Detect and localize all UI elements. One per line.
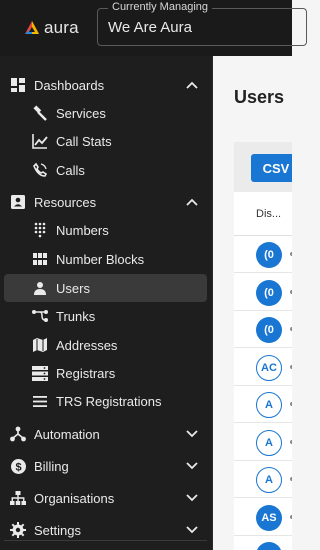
sidebar-item-services[interactable]: Services [0,99,212,127]
sidebar-item-trs-registrations[interactable]: TRS Registrations [0,387,212,415]
sidebar-item-number-blocks[interactable]: Number Blocks [0,245,212,273]
sidebar-section-label: Resources [34,194,97,210]
sidebar-item-label: Number Blocks [56,251,145,267]
table-row[interactable]: A [234,424,292,461]
chevron-up-icon[interactable] [185,78,199,92]
cell-truncated-text [290,252,292,256]
currently-managing-label: Currently Managing [108,0,212,14]
cell-truncated-text [290,514,292,519]
main-content: Users CSV Dis... (0 (0 (0 AC A A A AS [213,56,292,550]
sidebar-section-label: Settings [34,522,81,538]
aura-logo[interactable]: aura [24,18,79,38]
cell-truncated-text [290,439,292,444]
logo-text: aura [44,18,79,37]
sidebar-item-numbers[interactable]: Numbers [0,216,212,244]
dashboard-icon [10,77,26,93]
sidebar-section-label: Dashboards [34,77,105,93]
sidebar-item-trunks[interactable]: Trunks [0,302,212,330]
chevron-down-icon[interactable] [185,427,199,441]
chevron-down-icon[interactable] [185,459,199,473]
sidebar-item-label: Registrars [56,365,116,381]
sidebar-section-label: Billing [34,458,69,474]
server-icon [32,365,48,381]
chart-line-icon [32,133,48,149]
table-row[interactable]: AC [234,349,292,386]
chevron-down-icon[interactable] [185,523,199,537]
cell-truncated-text [290,327,292,331]
sidebar: Dashboards Services Call Stats Calls Res… [0,56,213,550]
phone-icon [32,162,48,178]
contact-card-icon [10,194,26,210]
sidebar-section-label: Automation [34,426,100,442]
sidebar-section-dashboards[interactable]: Dashboards [0,70,212,100]
avatar: (0 [256,279,282,306]
sidebar-item-users[interactable]: Users [4,274,207,302]
avatar: A [256,467,282,493]
column-header-display[interactable]: Dis... [234,192,292,236]
route-icon [32,308,48,324]
sidebar-section-automation[interactable]: Automation [0,419,212,449]
table-row[interactable]: A [234,386,292,423]
sidebar-item-label: Numbers [56,222,109,238]
sidebar-section-organisations[interactable]: Organisations [0,483,212,513]
sidebar-item-call-stats[interactable]: Call Stats [0,127,212,155]
hammer-icon [32,105,48,121]
sidebar-item-label: Addresses [56,337,118,353]
csv-export-button[interactable]: CSV [251,154,292,182]
sidebar-item-label: Services [56,105,106,121]
avatar: A [256,429,282,456]
avatar: (0 [256,242,282,268]
org-chart-icon [10,490,26,506]
sidebar-divider [4,540,207,541]
table-toolbar: CSV [234,142,292,192]
avatar: AC [256,354,282,381]
table-row[interactable]: A [234,461,292,498]
chevron-down-icon[interactable] [185,491,199,505]
dialpad-icon [32,222,48,238]
sidebar-item-label: Call Stats [56,133,112,149]
cell-truncated-text [290,402,292,406]
aura-logo-icon [25,21,39,34]
map-icon [32,337,48,353]
currently-managing-value: We Are Aura [108,19,192,36]
grid-icon [32,251,48,267]
avatar: AS [256,504,282,531]
menu-icon [32,393,48,409]
sidebar-item-registrars[interactable]: Registrars [0,359,212,387]
gear-icon [10,522,26,538]
sidebar-item-label: Calls [56,162,85,178]
cell-truncated-text [290,289,292,294]
dollar-icon: $ [10,458,26,474]
table-row[interactable]: (0 [234,311,292,348]
avatar: A [256,392,282,418]
table-row[interactable] [234,536,292,550]
table-row[interactable]: (0 [234,274,292,311]
sidebar-item-calls[interactable]: Calls [0,156,212,184]
sidebar-section-resources[interactable]: Resources [0,187,212,217]
svg-text:$: $ [15,461,21,473]
page-title: Users [234,87,285,107]
users-table-card: CSV Dis... (0 (0 (0 AC A A A AS [234,142,292,550]
sidebar-item-label: Users [56,280,90,296]
sidebar-item-label: Trunks [56,308,96,324]
table-row[interactable]: (0 [234,236,292,273]
sidebar-section-billing[interactable]: $ Billing [0,451,212,481]
automation-icon [10,426,26,442]
sidebar-item-addresses[interactable]: Addresses [0,331,212,359]
chevron-up-icon[interactable] [185,195,199,209]
column-header-label: Dis... [256,208,282,220]
person-icon [32,280,48,296]
avatar: (0 [256,317,282,343]
cell-truncated-text [290,477,292,481]
currently-managing-field[interactable]: Currently Managing We Are Aura [97,0,307,46]
cell-truncated-text [290,364,292,369]
sidebar-section-label: Organisations [34,490,115,506]
avatar [256,542,282,550]
top-app-bar: aura Currently Managing We Are Aura [0,0,307,56]
sidebar-item-label: TRS Registrations [56,393,162,409]
table-row[interactable]: AS [234,499,292,536]
